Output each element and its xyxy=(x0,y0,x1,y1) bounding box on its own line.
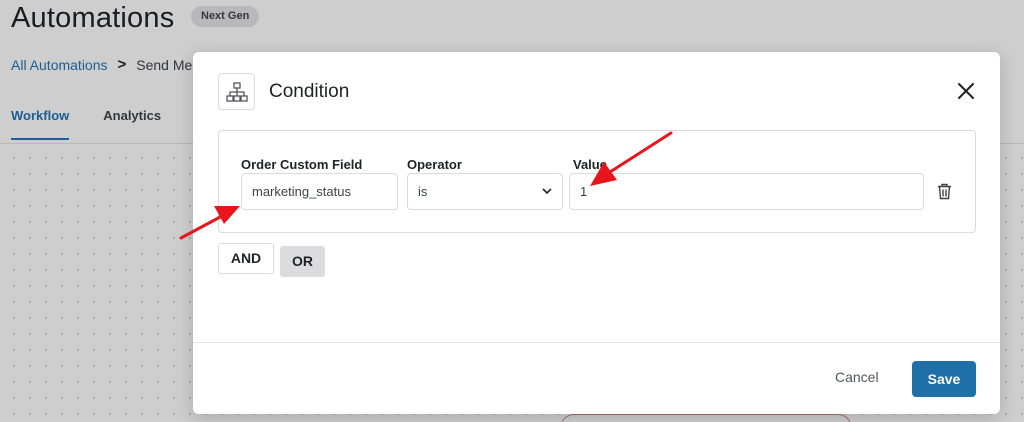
custom-field-label: Order Custom Field xyxy=(241,157,363,172)
and-button[interactable]: AND xyxy=(218,243,274,274)
save-button[interactable]: Save xyxy=(912,361,976,397)
trash-icon[interactable] xyxy=(933,180,955,202)
close-icon[interactable] xyxy=(954,79,978,103)
operator-selected-value: is xyxy=(418,184,428,199)
modal-footer-divider xyxy=(193,342,1000,343)
or-button[interactable]: OR xyxy=(280,246,325,277)
condition-row: Order Custom Field Operator Value market… xyxy=(218,130,976,233)
custom-field-input[interactable]: marketing_status xyxy=(241,173,398,210)
value-label: Value xyxy=(573,157,607,172)
condition-modal: Condition Order Custom Field Operator Va… xyxy=(193,52,1000,414)
operator-label: Operator xyxy=(407,157,462,172)
value-input[interactable]: 1 xyxy=(569,173,924,210)
cancel-button[interactable]: Cancel xyxy=(835,369,879,385)
sitemap-icon xyxy=(218,73,255,110)
chevron-down-icon xyxy=(542,188,552,195)
operator-select[interactable]: is xyxy=(407,173,563,210)
modal-title: Condition xyxy=(269,81,350,102)
modal-header: Condition xyxy=(193,52,1000,132)
